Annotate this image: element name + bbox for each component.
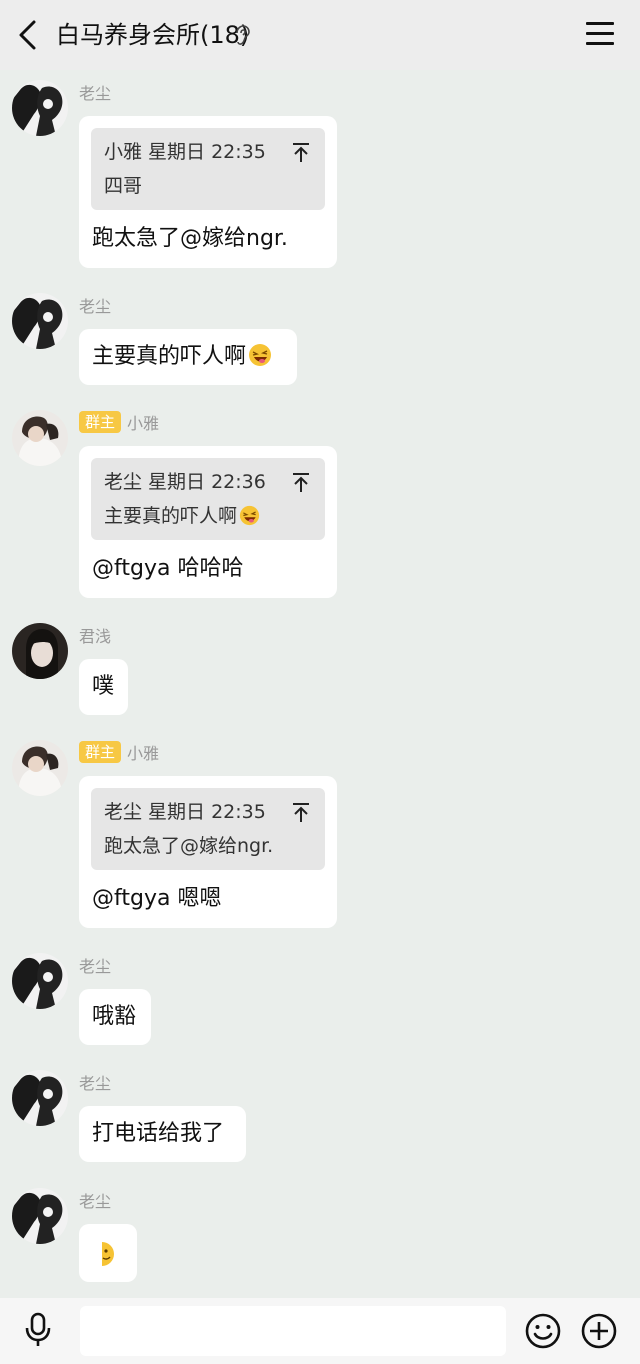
quote-text: 主要真的吓人啊 <box>104 505 238 527</box>
chevron-left-icon[interactable] <box>14 18 42 52</box>
jump-to-top-icon[interactable] <box>291 472 311 494</box>
message-text: 噗 <box>92 674 115 699</box>
microphone-icon[interactable] <box>22 1312 54 1348</box>
message-bubble[interactable] <box>79 1224 137 1282</box>
hamburger-menu-icon[interactable] <box>586 22 614 48</box>
quote-text: 跑太急了@嫁给ngr. <box>104 835 274 857</box>
sender-name: 君浅 <box>79 627 112 646</box>
quote-header: 老尘 星期日 22:35 <box>104 801 266 823</box>
quote-header: 老尘 星期日 22:36 <box>104 471 266 493</box>
message-text: 哦豁 <box>92 1004 137 1029</box>
quoted-message[interactable]: 小雅 星期日 22:35 四哥 <box>91 128 325 210</box>
avatar[interactable] <box>12 740 68 796</box>
avatar[interactable] <box>12 80 68 136</box>
avatar[interactable] <box>12 1070 68 1126</box>
sender-name: 小雅 <box>127 744 160 763</box>
avatar[interactable] <box>12 293 68 349</box>
message-bubble[interactable]: 打电话给我了 <box>79 1106 246 1162</box>
jump-to-top-icon[interactable] <box>291 802 311 824</box>
chat-message-list[interactable]: 老尘 小雅 星期日 22:35 四哥 跑太急了@嫁给ngr. 老尘 主要真的吓人… <box>0 70 640 1298</box>
message-bubble[interactable]: 主要真的吓人啊 <box>79 329 297 385</box>
message-input[interactable] <box>80 1306 506 1356</box>
half-face-emoji-icon <box>90 1242 114 1266</box>
smiley-icon[interactable] <box>524 1312 562 1350</box>
avatar[interactable] <box>12 953 68 1009</box>
ear-icon <box>236 25 250 45</box>
message-bubble[interactable]: 老尘 星期日 22:36 主要真的吓人啊 @ftgya 哈哈哈 <box>79 446 337 598</box>
message-text: @ftgya 嗯嗯 <box>92 886 222 911</box>
input-bar <box>0 1298 640 1364</box>
sender-name: 小雅 <box>127 414 160 433</box>
sender-name: 老尘 <box>79 1192 112 1211</box>
avatar[interactable] <box>12 623 68 679</box>
chat-title: 白马养身会所(18) <box>56 21 250 49</box>
quoted-message[interactable]: 老尘 星期日 22:36 主要真的吓人啊 <box>91 458 325 540</box>
quote-text: 四哥 <box>104 175 143 197</box>
chat-header: 白马养身会所(18) <box>0 0 640 70</box>
quote-header: 小雅 星期日 22:35 <box>104 141 266 163</box>
message-bubble[interactable]: 噗 <box>79 659 128 715</box>
laughing-emoji-icon <box>239 505 260 526</box>
quoted-message[interactable]: 老尘 星期日 22:35 跑太急了@嫁给ngr. <box>91 788 325 870</box>
jump-to-top-icon[interactable] <box>291 142 311 164</box>
message-bubble[interactable]: 小雅 星期日 22:35 四哥 跑太急了@嫁给ngr. <box>79 116 337 268</box>
sender-name: 老尘 <box>79 84 112 103</box>
sender-name: 老尘 <box>79 297 112 316</box>
message-bubble[interactable]: 哦豁 <box>79 989 151 1045</box>
plus-circle-icon[interactable] <box>580 1312 618 1350</box>
message-text: 主要真的吓人啊 <box>92 344 247 369</box>
message-text: 跑太急了@嫁给ngr. <box>92 226 288 251</box>
sender-name: 老尘 <box>79 1074 112 1093</box>
message-text: @ftgya 哈哈哈 <box>92 556 244 581</box>
group-owner-badge: 群主 <box>79 411 122 433</box>
message-bubble[interactable]: 老尘 星期日 22:35 跑太急了@嫁给ngr. @ftgya 嗯嗯 <box>79 776 337 928</box>
avatar[interactable] <box>12 410 68 466</box>
group-owner-badge: 群主 <box>79 741 122 763</box>
message-text: 打电话给我了 <box>92 1121 225 1146</box>
laughing-emoji-icon <box>249 344 272 366</box>
avatar[interactable] <box>12 1188 68 1244</box>
sender-name: 老尘 <box>79 957 112 976</box>
